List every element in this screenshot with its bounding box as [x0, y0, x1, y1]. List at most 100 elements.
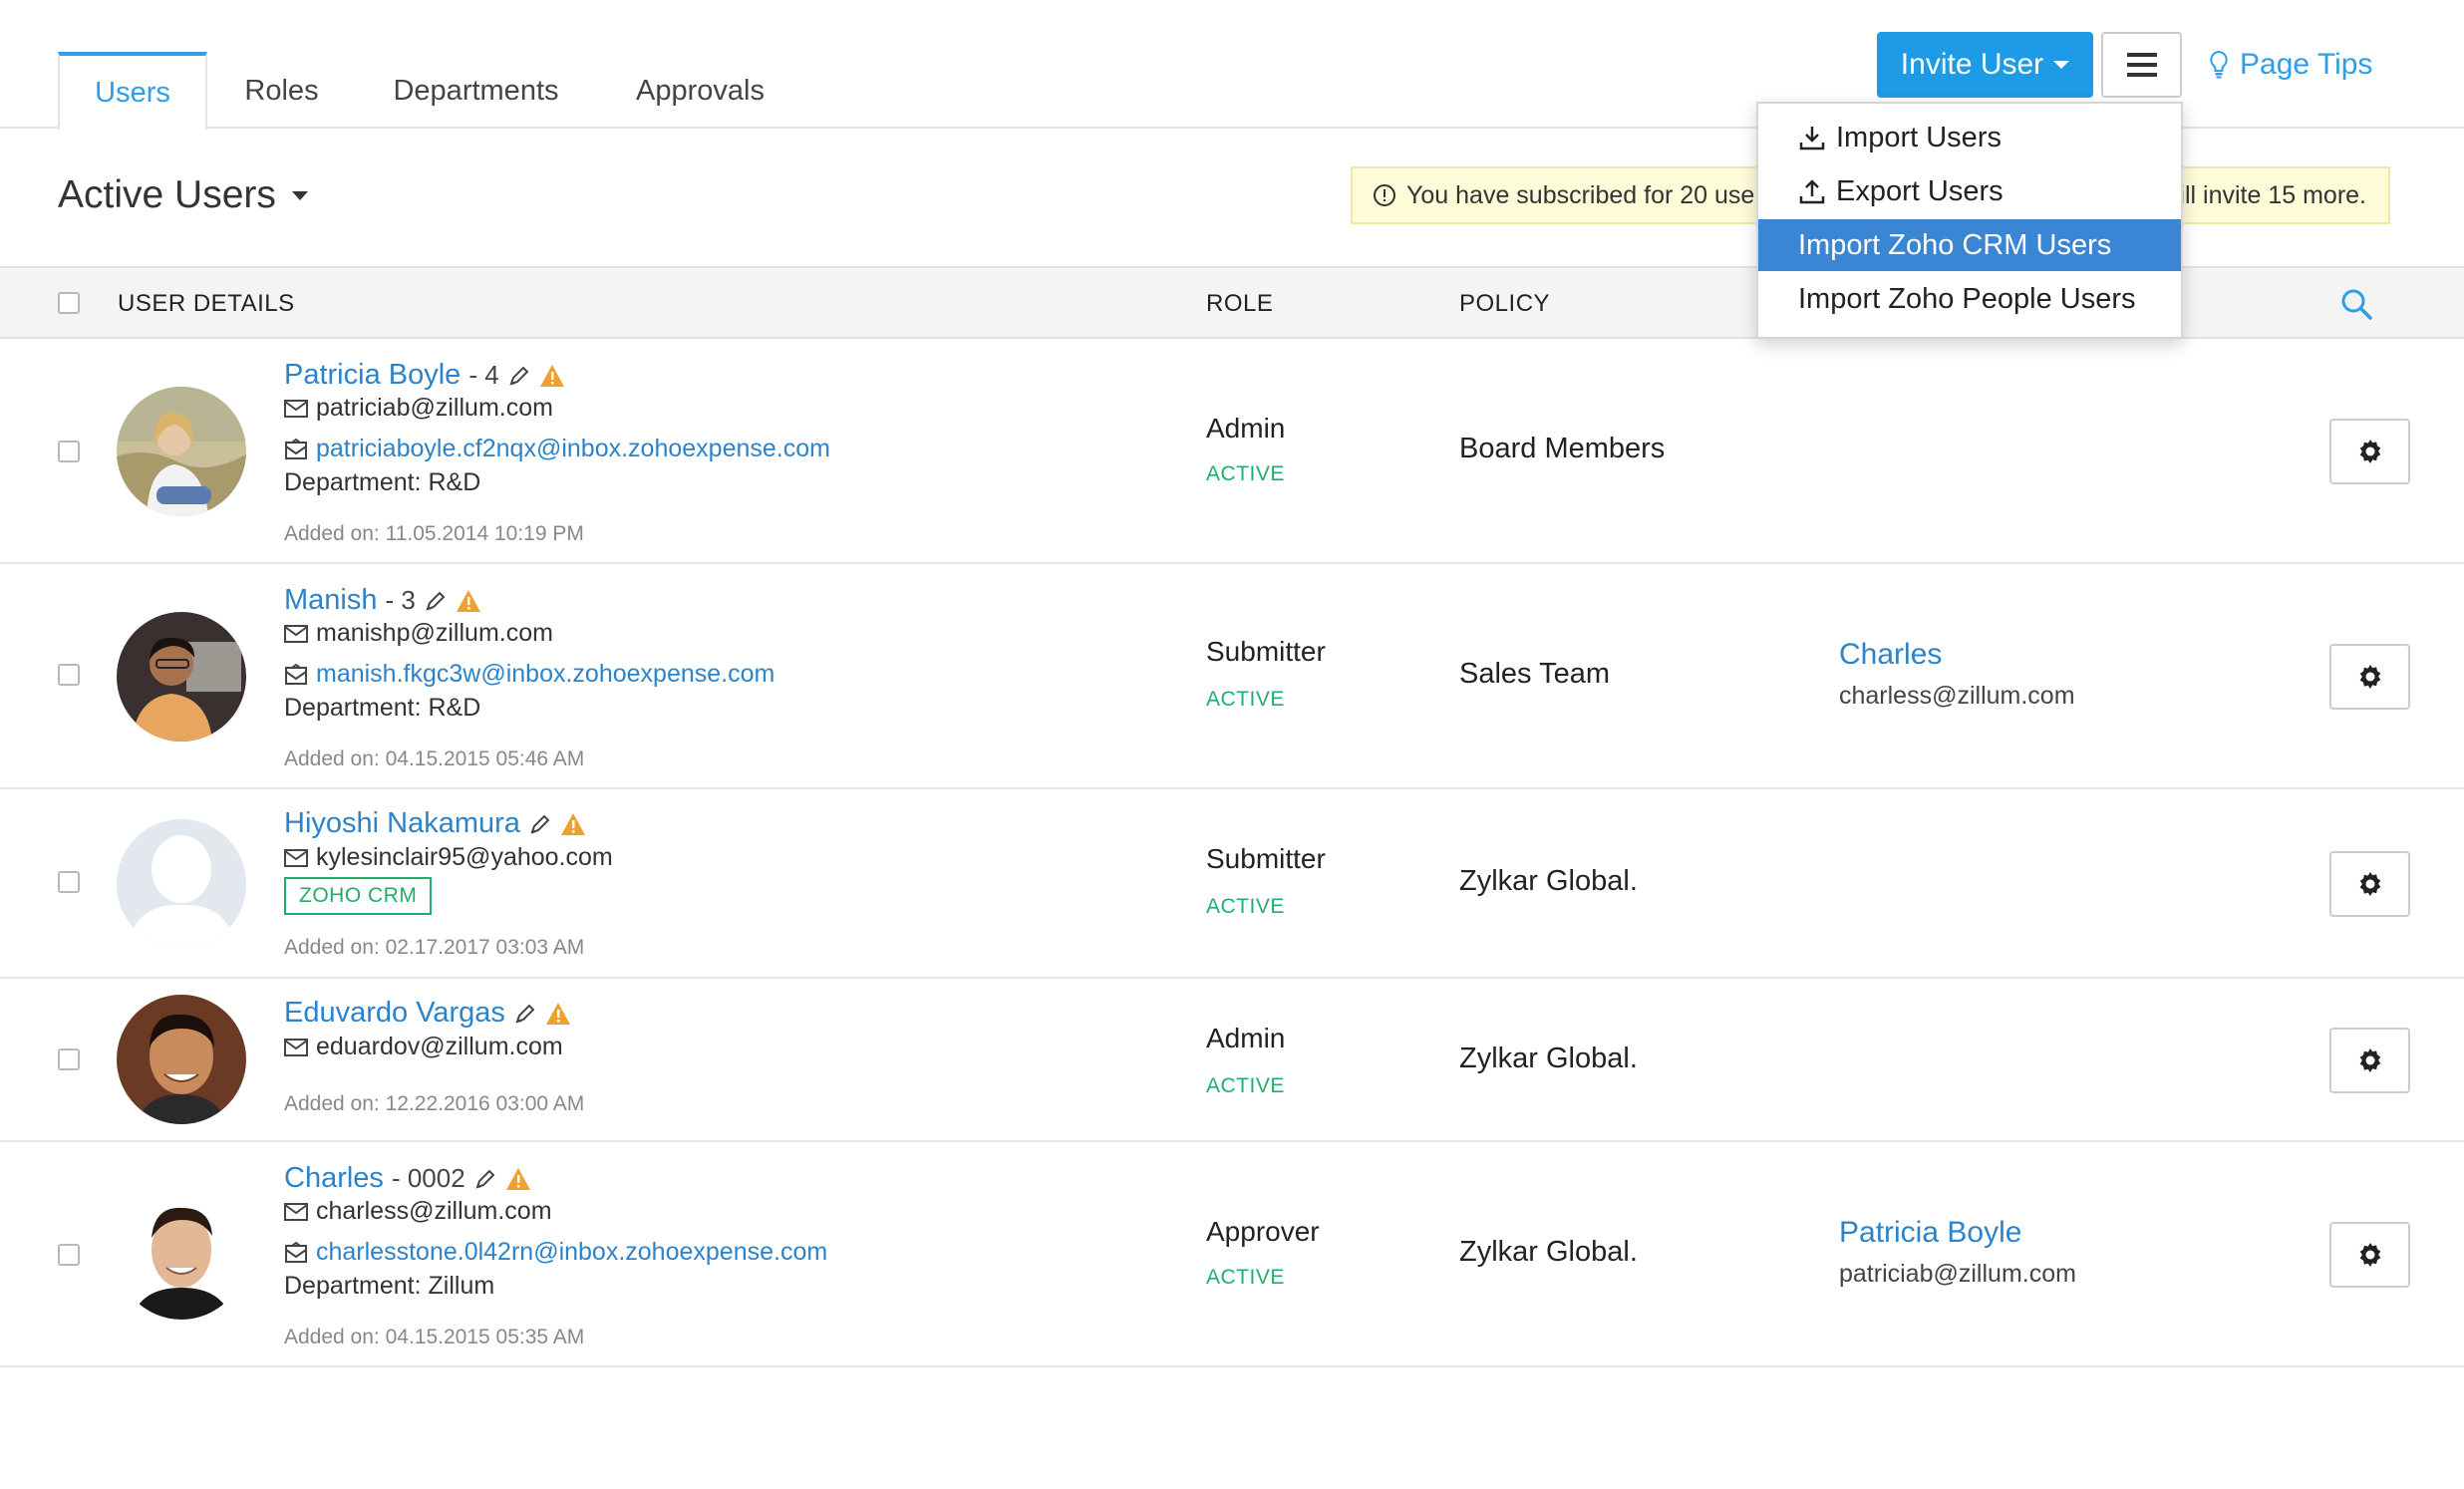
warning-icon[interactable] [545, 1002, 571, 1026]
inbox-email-link[interactable]: manish.fkgc3w@inbox.zohoexpense.com [316, 660, 774, 689]
settings-button[interactable] [2329, 419, 2410, 484]
user-id: - 0002 [391, 1163, 465, 1193]
tab-users[interactable]: Users [58, 52, 207, 130]
user-email-line: eduardov@zillum.com [284, 1033, 563, 1061]
user-name-line: Hiyoshi Nakamura [284, 807, 586, 840]
user-policy: Zylkar Global. [1459, 865, 1638, 897]
inbox-email-link[interactable]: patriciaboyle.cf2nqx@inbox.zohoexpense.c… [316, 435, 830, 463]
tab-approvals[interactable]: Approvals [618, 52, 782, 130]
menu-item-import-users[interactable]: Import Users [1758, 112, 2181, 163]
user-name-link[interactable]: Patricia Boyle [284, 359, 461, 392]
avatar [117, 612, 246, 742]
warning-icon[interactable] [456, 589, 481, 613]
user-department: Department: Zillum [284, 1272, 495, 1300]
row-checkbox[interactable] [58, 664, 80, 686]
user-role: Submitter [1206, 636, 1326, 667]
view-title: Active Users [58, 173, 276, 216]
user-email-line: charless@zillum.com [284, 1197, 552, 1226]
user-email-line: patriciab@zillum.com [284, 394, 553, 423]
added-on: Added on: 02.17.2017 03:03 AM [284, 936, 585, 959]
table-row[interactable]: Charles - 0002 charless@zillum.com charl… [0, 1142, 2464, 1367]
page-tips-label: Page Tips [2240, 48, 2373, 81]
zoho-crm-badge: ZOHO CRM [284, 877, 433, 915]
settings-button[interactable] [2329, 1222, 2410, 1288]
settings-button[interactable] [2329, 644, 2410, 710]
gear-icon [2359, 1048, 2380, 1072]
menu-item-label: Export Users [1836, 174, 2003, 207]
inbox-icon [285, 438, 307, 459]
approver-name-link[interactable]: Charles [1839, 638, 1942, 672]
notice-text-end: ill invite 15 more. [2179, 180, 2366, 209]
row-checkbox[interactable] [58, 871, 80, 893]
upload-icon [1799, 179, 1825, 204]
envelope-icon [284, 624, 308, 643]
row-checkbox[interactable] [58, 1048, 80, 1070]
user-role: Admin [1206, 1023, 1286, 1053]
menu-item-import-zoho-people-users[interactable]: Import Zoho People Users [1758, 273, 2181, 325]
hamburger-icon [2126, 53, 2157, 57]
more-options-dropdown: Import Users Export Users Import Zoho CR… [1756, 102, 2183, 339]
user-policy: Sales Team [1459, 658, 1610, 690]
user-name-link[interactable]: Hiyoshi Nakamura [284, 807, 520, 840]
status-badge: ACTIVE [1206, 895, 1285, 918]
user-name-line: Eduvardo Vargas [284, 997, 571, 1030]
user-email-line: manishp@zillum.com [284, 619, 553, 648]
inbox-email-link[interactable]: charlesstone.0l42rn@inbox.zohoexpense.co… [316, 1238, 827, 1267]
view-selector[interactable]: Active Users [58, 173, 308, 217]
lightbulb-icon [2210, 50, 2228, 79]
added-on: Added on: 12.22.2016 03:00 AM [284, 1092, 585, 1115]
status-badge: ACTIVE [1206, 462, 1285, 485]
user-name-link[interactable]: Manish [284, 584, 378, 617]
pencil-icon[interactable] [513, 1002, 537, 1026]
warning-icon[interactable] [539, 364, 565, 388]
warning-icon[interactable] [505, 1167, 531, 1191]
inbox-email-line: charlesstone.0l42rn@inbox.zohoexpense.co… [284, 1238, 827, 1267]
avatar [117, 387, 246, 516]
settings-button[interactable] [2329, 851, 2410, 917]
header-role: ROLE [1206, 290, 1274, 317]
pencil-icon[interactable] [473, 1167, 497, 1191]
user-email: charless@zillum.com [316, 1197, 552, 1225]
tab-roles[interactable]: Roles [229, 52, 334, 130]
table-row[interactable]: Manish - 3 manishp@zillum.com manish.fkg… [0, 564, 2464, 789]
row-checkbox[interactable] [58, 1244, 80, 1266]
table-row[interactable]: Patricia Boyle - 4 patriciab@zillum.com … [0, 339, 2464, 564]
more-options-button[interactable] [2101, 32, 2182, 98]
select-all-checkbox[interactable] [58, 292, 80, 314]
search-icon[interactable] [2339, 287, 2373, 321]
page-tips-link[interactable]: Page Tips [2208, 40, 2372, 90]
header-user-details: USER DETAILS [118, 290, 295, 317]
user-role: Submitter [1206, 843, 1326, 874]
approver-name-link[interactable]: Patricia Boyle [1839, 1216, 2021, 1250]
menu-item-import-zoho-crm-users[interactable]: Import Zoho CRM Users [1758, 219, 2181, 271]
header-policy: POLICY [1459, 290, 1551, 317]
info-icon [1374, 184, 1395, 206]
user-email-line: kylesinclair95@yahoo.com [284, 843, 613, 872]
added-on: Added on: 11.05.2014 10:19 PM [284, 522, 584, 545]
table-row[interactable]: Eduvardo Vargas eduardov@zillum.com Adde… [0, 979, 2464, 1142]
user-name-line: Patricia Boyle - 4 [284, 359, 565, 392]
envelope-icon [284, 1202, 308, 1221]
chevron-down-icon [291, 190, 308, 200]
pencil-icon[interactable] [507, 364, 531, 388]
table-row[interactable]: Hiyoshi Nakamura kylesinclair95@yahoo.co… [0, 789, 2464, 979]
pencil-icon[interactable] [528, 812, 552, 836]
user-email: eduardov@zillum.com [316, 1033, 563, 1060]
menu-item-export-users[interactable]: Export Users [1758, 165, 2181, 217]
user-policy: Zylkar Global. [1459, 1042, 1638, 1074]
tab-departments[interactable]: Departments [379, 52, 573, 130]
user-name-link[interactable]: Charles [284, 1162, 384, 1195]
envelope-icon [284, 1038, 308, 1056]
user-name-link[interactable]: Eduvardo Vargas [284, 997, 505, 1030]
notice-text-start: You have subscribed for 20 use [1406, 180, 1755, 209]
status-badge: ACTIVE [1206, 688, 1285, 711]
pencil-icon[interactable] [424, 589, 448, 613]
settings-button[interactable] [2329, 1028, 2410, 1093]
user-role: Approver [1206, 1216, 1320, 1247]
avatar [117, 1190, 246, 1320]
envelope-icon [284, 848, 308, 867]
row-checkbox[interactable] [58, 441, 80, 462]
warning-icon[interactable] [560, 812, 586, 836]
invite-user-button[interactable]: Invite User [1877, 32, 2093, 98]
invite-user-label: Invite User [1900, 48, 2044, 81]
